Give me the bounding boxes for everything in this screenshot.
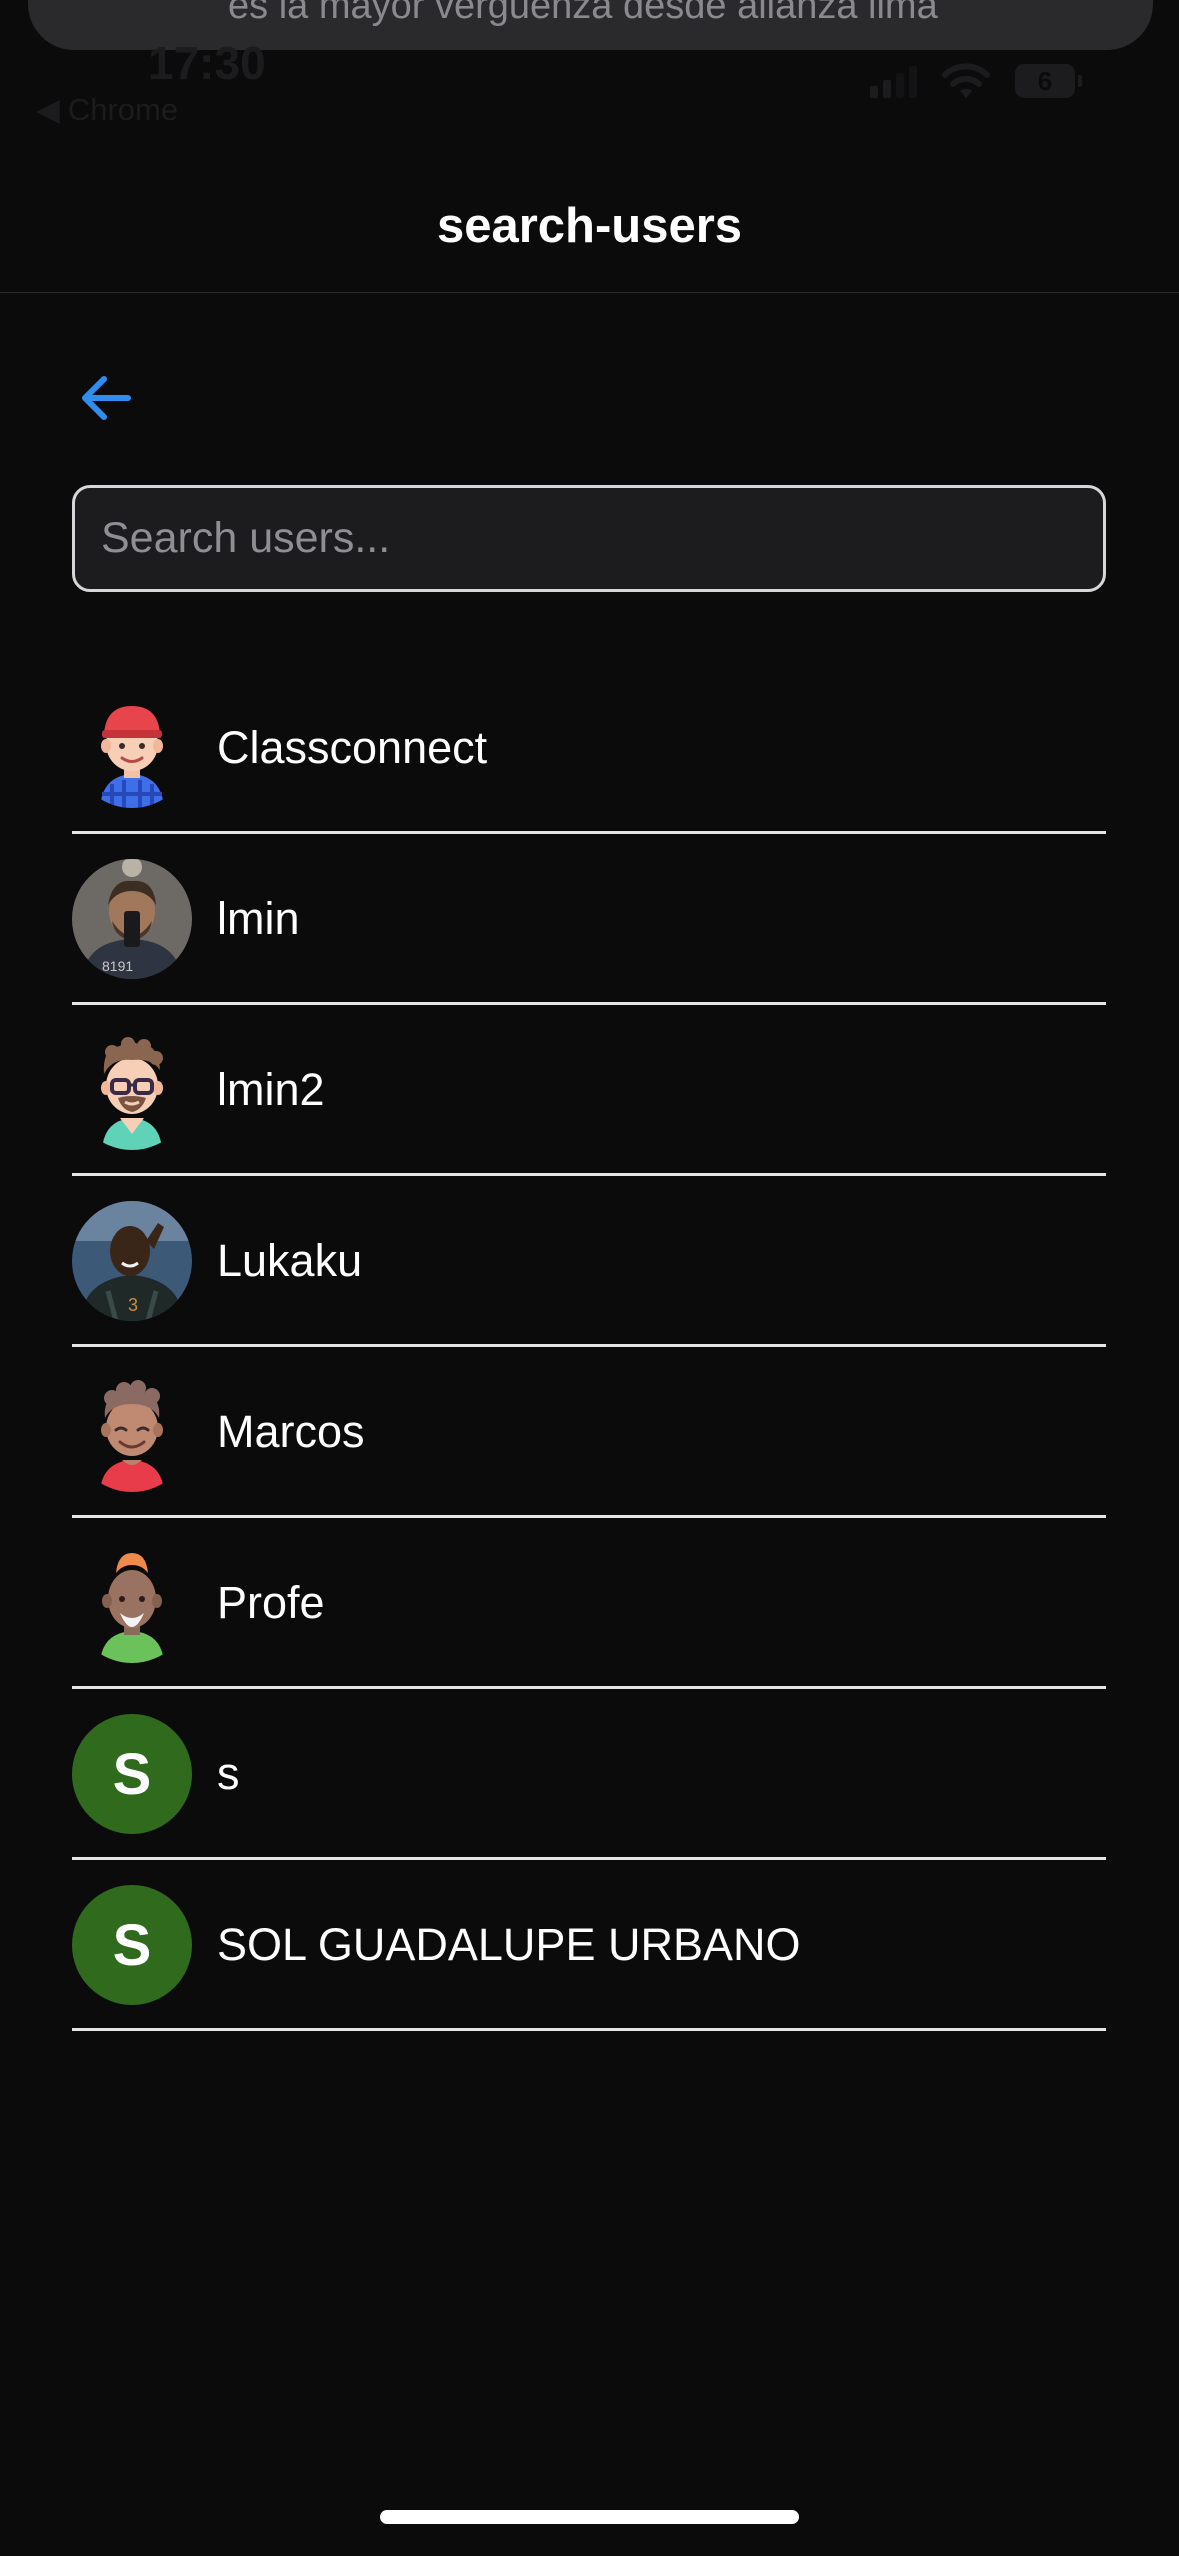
- back-triangle-icon: ◀: [36, 92, 60, 127]
- avatar-curly-hair-icon: [72, 1372, 192, 1492]
- user-row-profe[interactable]: Profe: [72, 1520, 1106, 1689]
- letter-avatar: S: [72, 1885, 192, 2005]
- battery-level: 6: [1037, 65, 1053, 96]
- user-row-s[interactable]: S s: [72, 1691, 1106, 1860]
- user-name: lmin: [217, 893, 300, 944]
- back-arrow-icon[interactable]: [76, 368, 136, 428]
- wifi-icon: [942, 63, 990, 98]
- user-row-lmin[interactable]: 8191 lmin: [72, 836, 1106, 1005]
- letter-avatar: S: [72, 1714, 192, 1834]
- user-name: Marcos: [217, 1406, 365, 1457]
- signal-icon: [870, 64, 917, 98]
- user-row-sol-guadalupe-urbano[interactable]: S SOL GUADALUPE URBANO: [72, 1862, 1106, 2031]
- avatar-glasses-beard-icon: [72, 1030, 192, 1150]
- page-title: search-users: [436, 199, 743, 253]
- photo-avatar-selfie: 8191: [72, 859, 192, 979]
- search-box: [72, 485, 1106, 592]
- user-list: Classconnect 8191 lmin lmin2 3 Lukaku Ma…: [72, 665, 1106, 2033]
- battery-icon: 6: [1015, 64, 1082, 98]
- user-name: Classconnect: [217, 722, 488, 773]
- app-header: search-users: [0, 160, 1179, 293]
- avatar-bald-orange-hair-icon: [72, 1543, 192, 1663]
- status-time: 17:30: [148, 37, 266, 89]
- user-row-marcos[interactable]: Marcos: [72, 1349, 1106, 1518]
- user-name: Profe: [217, 1577, 325, 1628]
- notification-text: es la mayor verguenza desde alianza lima: [228, 0, 938, 27]
- user-name: Lukaku: [217, 1235, 363, 1286]
- home-indicator[interactable]: [380, 2510, 799, 2524]
- user-row-lmin2[interactable]: lmin2: [72, 1007, 1106, 1176]
- search-input[interactable]: [75, 488, 1103, 589]
- user-row-lukaku[interactable]: 3 Lukaku: [72, 1178, 1106, 1347]
- svg-text:3: 3: [128, 1295, 138, 1315]
- svg-text:8191: 8191: [102, 958, 133, 974]
- user-row-classconnect[interactable]: Classconnect: [72, 665, 1106, 834]
- avatar-red-cap-icon: [72, 688, 192, 808]
- user-name: lmin2: [217, 1064, 325, 1115]
- status-back-to-app[interactable]: ◀ Chrome: [36, 92, 178, 128]
- photo-avatar-footballer: 3: [72, 1201, 192, 1321]
- status-indicators: 6: [870, 62, 1082, 100]
- user-name: SOL GUADALUPE URBANO: [217, 1919, 801, 1970]
- status-back-label: Chrome: [67, 92, 179, 127]
- user-name: s: [217, 1748, 240, 1799]
